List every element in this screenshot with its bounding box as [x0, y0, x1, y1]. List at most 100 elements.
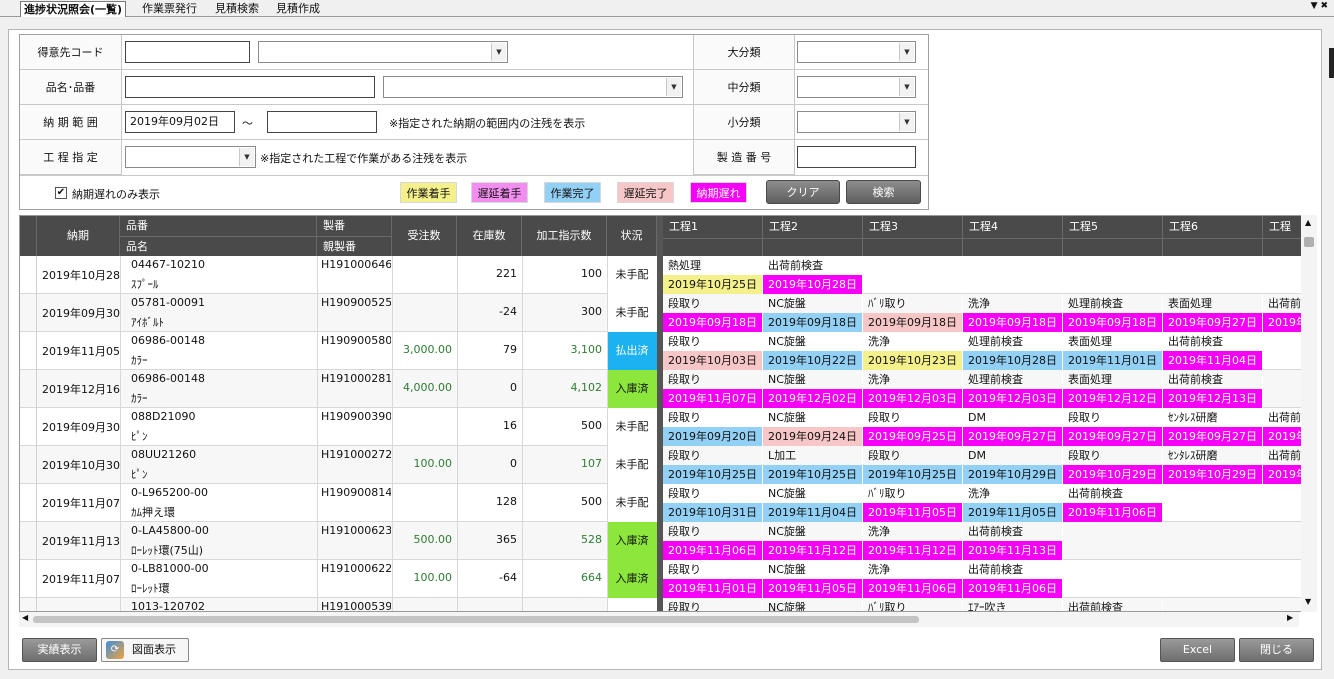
process-date[interactable]: 2019年11月07日 — [663, 389, 763, 408]
process-date[interactable]: 2019年09月18日 — [863, 313, 963, 332]
table-row[interactable]: 2019年11月13日 0-LA45800-00 ﾛｰﾚｯﾄ環(75山) H19100… — [20, 522, 1313, 560]
header-ordered[interactable]: 受注数 — [392, 216, 457, 256]
process-date[interactable]: 2019年09月24日 — [763, 427, 863, 446]
process-date[interactable]: 2019年10月23日 — [863, 351, 963, 370]
process-date[interactable]: 2019年11月06日 — [663, 541, 763, 560]
process-date[interactable]: 2019年10月22日 — [763, 351, 863, 370]
process-date[interactable]: 2019年11月13日 — [963, 541, 1063, 560]
grid-splitter[interactable] — [657, 216, 663, 611]
table-row[interactable]: 2019年09月30日 05781-00091 ｱｲﾎﾞﾙﾄ H190900525 -2… — [20, 294, 1313, 332]
process-date[interactable]: 2019年10月31日 — [663, 503, 763, 522]
process-date[interactable]: 2019年09月20日 — [663, 427, 763, 446]
window-menu-icon[interactable]: ▼ ✖ — [1311, 1, 1328, 11]
table-row[interactable]: 2019年10月30日 08UU21260 ﾋﾟﾝ H191000272 100.00 0… — [20, 446, 1313, 484]
table-row[interactable]: 2019年11月07日 0-LB81000-00 ﾛｰﾚｯﾄ環 H191000622 1… — [20, 560, 1313, 598]
scroll-down-icon[interactable]: ▼ — [1305, 597, 1311, 606]
scroll-thumb[interactable] — [33, 616, 919, 623]
clear-button[interactable]: クリア — [766, 180, 840, 204]
process-date[interactable]: 2019年11月06日 — [1063, 503, 1163, 522]
process-date[interactable]: 2019年12月03日 — [863, 389, 963, 408]
header-due[interactable]: 納期 — [37, 216, 120, 256]
customer-code-input[interactable] — [125, 41, 250, 63]
process-date[interactable]: 2019年12月02日 — [763, 389, 863, 408]
minor-category-select[interactable]: ▼ — [797, 111, 916, 133]
tab-estimate-create[interactable]: 見積作成 — [273, 1, 323, 17]
header-parent-serial[interactable]: 親製番 — [317, 236, 392, 256]
header-process[interactable]: 工程6 — [1163, 216, 1263, 238]
drawing-button[interactable]: ⟳ 図面表示 — [101, 638, 189, 662]
process-date[interactable]: 2019年11月04日 — [763, 503, 863, 522]
process-date[interactable]: 2019年10月25日 — [663, 465, 763, 484]
process-date[interactable]: 2019年10月28日 — [763, 275, 863, 294]
process-date[interactable]: 2019年09月27日 — [1163, 427, 1263, 446]
process-date[interactable]: 2019年12月13日 — [1163, 389, 1263, 408]
middle-category-select[interactable]: ▼ — [797, 76, 916, 98]
process-date[interactable]: 2019年11月05日 — [963, 503, 1063, 522]
table-row[interactable]: 2019年09月30日 088D21090 ﾋﾟﾝ H190900390 16 500 未手… — [20, 408, 1313, 446]
scroll-thumb[interactable] — [1304, 237, 1314, 247]
tab-progress-list[interactable]: 進捗状況照会(一覧) — [20, 1, 127, 17]
process-date[interactable]: 2019年11月04日 — [1163, 351, 1263, 370]
header-item-no[interactable]: 品番 — [120, 216, 317, 236]
scroll-up-icon[interactable]: ▲ — [1305, 218, 1311, 227]
process-date[interactable]: 2019年10月03日 — [663, 351, 763, 370]
process-date[interactable]: 2019年09月18日 — [1063, 313, 1163, 332]
process-select[interactable]: ▼ — [125, 146, 256, 168]
process-date[interactable]: 2019年10月25日 — [663, 275, 763, 294]
item-input[interactable] — [125, 76, 375, 98]
process-date[interactable]: 2019年11月01日 — [663, 579, 763, 598]
process-date[interactable]: 2019年11月12日 — [863, 541, 963, 560]
process-date[interactable]: 2019年11月06日 — [863, 579, 963, 598]
process-date[interactable]: 2019年10月28日 — [963, 351, 1063, 370]
header-serial[interactable]: 製番 — [317, 216, 392, 236]
process-date[interactable]: 2019年11月05日 — [863, 503, 963, 522]
results-button[interactable]: 実績表示 — [22, 638, 97, 662]
process-date[interactable]: 2019年11月12日 — [763, 541, 863, 560]
excel-button[interactable]: Excel — [1160, 638, 1235, 662]
process-date[interactable]: 2019年11月06日 — [963, 579, 1063, 598]
process-date[interactable]: 2019年09月27日 — [1063, 427, 1163, 446]
table-row[interactable]: 2019年12月16日 06986-00148 ｶﾗｰ H191000281 4,000… — [20, 370, 1313, 408]
scroll-right-icon[interactable]: ▶ — [1287, 613, 1293, 622]
header-process[interactable]: 工程4 — [963, 216, 1063, 238]
close-button[interactable]: 閉じる — [1239, 638, 1314, 662]
customer-name-select[interactable]: ▼ — [258, 41, 508, 63]
process-date[interactable]: 2019年11月01日 — [1063, 351, 1163, 370]
scroll-left-icon[interactable]: ◀ — [22, 613, 28, 622]
process-date[interactable]: 2019年10月29日 — [1063, 465, 1163, 484]
major-category-select[interactable]: ▼ — [797, 41, 916, 63]
process-date[interactable]: 2019年10月29日 — [1163, 465, 1263, 484]
process-date[interactable]: 2019年09月18日 — [963, 313, 1063, 332]
header-status[interactable]: 状況 — [607, 216, 657, 256]
period-from-input[interactable]: 2019年09月02日 — [125, 111, 235, 133]
header-stock[interactable]: 在庫数 — [457, 216, 522, 256]
table-row[interactable]: 1013-120702 H191000539 段取り NC旋盤 ﾊﾞﾘ取り ｴｱｰ吹き 出荷… — [20, 598, 1313, 611]
process-date[interactable]: 2019年10月25日 — [863, 465, 963, 484]
vertical-scrollbar[interactable]: ▲ ▼ — [1301, 215, 1317, 612]
tab-work-ticket[interactable]: 作業票発行 — [139, 1, 200, 17]
process-date[interactable]: 2019年09月25日 — [863, 427, 963, 446]
process-date[interactable]: 2019年09月27日 — [963, 427, 1063, 446]
header-process[interactable]: 工程5 — [1063, 216, 1163, 238]
process-date[interactable]: 2019年11月05日 — [763, 579, 863, 598]
header-process[interactable]: 工程2 — [763, 216, 863, 238]
process-date[interactable]: 2019年12月03日 — [963, 389, 1063, 408]
header-process[interactable]: 工程3 — [863, 216, 963, 238]
serial-no-input[interactable] — [797, 146, 916, 168]
horizontal-scrollbar[interactable]: ◀ ▶ — [19, 612, 1299, 627]
header-process[interactable]: 工程1 — [663, 216, 763, 238]
process-date[interactable]: 2019年09月18日 — [663, 313, 763, 332]
table-row[interactable]: 2019年10月28日 04467-10210 ｽﾌﾟｰﾙ H191000646 221… — [20, 256, 1313, 294]
process-date[interactable]: 2019年12月12日 — [1063, 389, 1163, 408]
process-date[interactable]: 2019年10月29日 — [963, 465, 1063, 484]
late-only-checkbox[interactable]: ✔ — [55, 187, 67, 199]
header-item-name[interactable]: 品名 — [120, 236, 317, 256]
process-date[interactable]: 2019年10月25日 — [763, 465, 863, 484]
tab-estimate-search[interactable]: 見積検索 — [212, 1, 262, 17]
item-select[interactable]: ▼ — [383, 76, 683, 98]
period-to-input[interactable] — [267, 111, 377, 133]
search-button[interactable]: 検索 — [846, 180, 921, 204]
table-row[interactable]: 2019年11月07日 0-L965200-00 ｶﾑ押え環 H190900814 12… — [20, 484, 1313, 522]
table-row[interactable]: 2019年11月05日 06986-00148 ｶﾗｰ H190900580 3,000… — [20, 332, 1313, 370]
process-date[interactable]: 2019年09月18日 — [763, 313, 863, 332]
